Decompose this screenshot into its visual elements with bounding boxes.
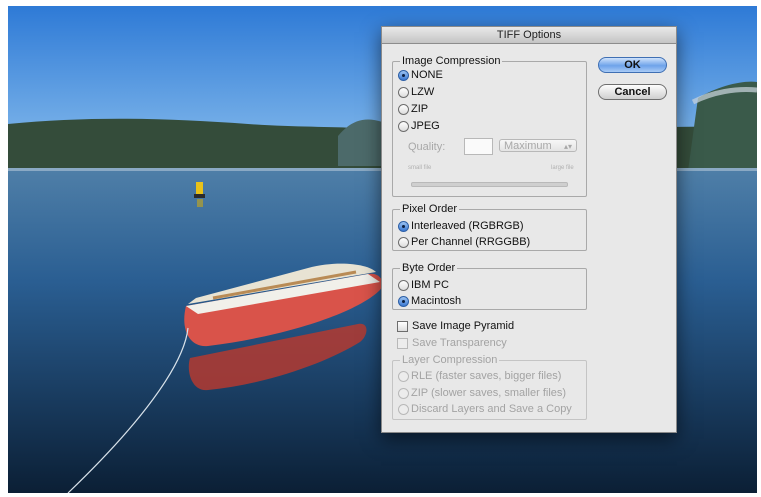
quality-label: Quality: [408,141,446,153]
radio-icon[interactable] [398,120,409,132]
cancel-button[interactable]: Cancel [598,84,667,100]
radio-layer-zip[interactable]: ZIP (slower saves, smaller files) [398,386,566,400]
tiff-options-dialog: TIFF Options Image Compression NONE LZW … [381,26,677,433]
quality-slider[interactable] [411,182,568,187]
radio-pixel-interleaved[interactable]: Interleaved (RGBRGB) [398,219,523,233]
radio-icon[interactable] [398,387,409,399]
radio-icon[interactable] [398,403,409,415]
quality-input[interactable] [464,138,493,155]
pixel-order-legend: Pixel Order [400,202,460,216]
radio-byte-macintosh[interactable]: Macintosh [398,294,461,308]
radio-compression-lzw[interactable]: LZW [398,85,434,99]
radio-compression-zip[interactable]: ZIP [398,102,428,116]
radio-byte-ibm-pc[interactable]: IBM PC [398,278,449,292]
radio-compression-none[interactable]: NONE [398,68,443,82]
radio-icon[interactable] [398,370,409,382]
byte-order-legend: Byte Order [400,261,458,275]
image-compression-legend: Image Compression [400,54,503,68]
radio-selected-icon[interactable] [398,220,409,232]
radio-icon[interactable] [398,236,409,248]
radio-layer-discard[interactable]: Discard Layers and Save a Copy [398,402,572,416]
image-compression-group: Image Compression NONE LZW ZIP JPEG Qual… [392,54,587,197]
radio-compression-jpeg[interactable]: JPEG [398,119,440,133]
checkbox-icon[interactable] [397,320,408,332]
chevron-updown-icon: ▴▾ [563,142,572,151]
ok-button[interactable]: OK [598,57,667,73]
dialog-title: TIFF Options [382,27,676,44]
save-transparency-checkbox[interactable]: Save Transparency [397,336,507,350]
layer-compression-group: Layer Compression RLE (faster saves, big… [392,353,587,420]
checkbox-icon[interactable] [397,337,408,349]
radio-icon[interactable] [398,279,409,291]
save-image-pyramid-checkbox[interactable]: Save Image Pyramid [397,319,514,333]
radio-icon[interactable] [398,86,409,98]
quality-preset-select[interactable]: Maximum ▴▾ [499,139,577,152]
large-file-label: large file [551,165,574,171]
radio-pixel-per-channel[interactable]: Per Channel (RRGGBB) [398,235,530,249]
radio-layer-rle[interactable]: RLE (faster saves, bigger files) [398,369,561,383]
pixel-order-group: Pixel Order Interleaved (RGBRGB) Per Cha… [392,202,587,251]
layer-compression-legend: Layer Compression [400,353,500,367]
byte-order-group: Byte Order IBM PC Macintosh [392,261,587,310]
radio-selected-icon[interactable] [398,295,409,307]
radio-selected-icon[interactable] [398,69,409,81]
small-file-label: small file [408,165,432,171]
radio-icon[interactable] [398,103,409,115]
